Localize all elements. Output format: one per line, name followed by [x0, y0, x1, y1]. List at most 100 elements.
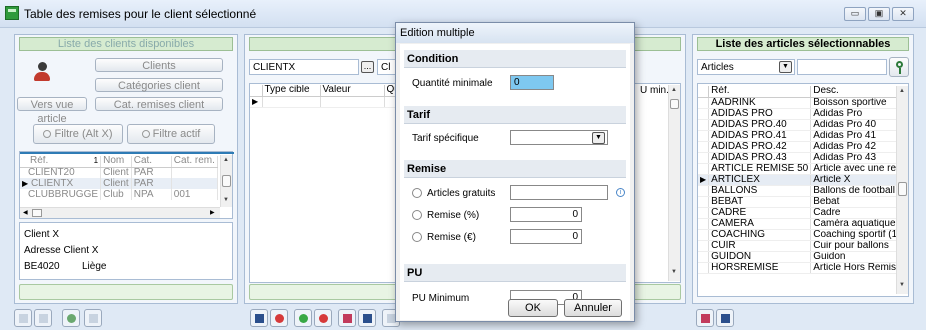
scroll-right-icon[interactable]: ▶ [210, 209, 215, 216]
client-code-field[interactable]: CLIENTX [249, 59, 359, 75]
key-icon[interactable] [62, 309, 80, 327]
articles-vscrollbar[interactable]: ▲ ▼ [896, 86, 908, 294]
grid-edit-icon[interactable] [358, 309, 376, 327]
table-row[interactable]: BALLONS Ballons de football [698, 185, 906, 197]
cell: Client [100, 178, 132, 189]
scroll-left-icon[interactable]: ◀ [23, 209, 28, 216]
table-row[interactable]: ▶ [250, 96, 405, 108]
table-row[interactable]: HORSREMISE Article Hors Remise [698, 262, 906, 274]
remise-pct-input[interactable]: 0 [510, 207, 582, 222]
cell: Bebat [810, 196, 906, 208]
remise-pct-radio[interactable] [412, 210, 422, 220]
clients-button[interactable]: Clients [95, 58, 223, 72]
cat-remises-client-button[interactable]: Cat. remises client [95, 97, 223, 111]
table-row[interactable]: CLUBBRUGGE Club NPA 001 [20, 189, 219, 200]
scroll-up-icon[interactable]: ▲ [899, 88, 905, 94]
dialog-body: Condition Quantité minimale 0 Tarif Tari… [400, 44, 630, 320]
client-field-2[interactable]: Cl [377, 59, 397, 75]
table-row[interactable]: CADRE Cadre [698, 207, 906, 219]
scroll-thumb[interactable] [898, 182, 907, 196]
doc-icon[interactable] [14, 309, 32, 327]
table-row[interactable]: ARTICLE REMISE 50 Article avec une rer [698, 163, 906, 175]
col-pu-min[interactable]: U min. [640, 85, 669, 96]
table-row[interactable]: ADIDAS PRO.43 Adidas Pro 43 [698, 152, 906, 164]
scroll-down-icon[interactable]: ▼ [671, 269, 677, 275]
scroll-up-icon[interactable]: ▲ [671, 87, 677, 93]
articles-gratuits-radio[interactable] [412, 188, 422, 198]
add-icon[interactable] [294, 309, 312, 327]
grid-icon[interactable] [696, 309, 714, 327]
cancel-icon[interactable] [270, 309, 288, 327]
scroll-thumb[interactable] [670, 99, 679, 109]
info-icon[interactable]: i [616, 188, 625, 197]
cell: ADIDAS PRO.42 [708, 141, 812, 153]
table-row[interactable]: GUIDON Guidon [698, 251, 906, 263]
table-row[interactable]: ADIDAS PRO Adidas Pro [698, 108, 906, 120]
col-cat-rem[interactable]: Cat. rem. [171, 156, 219, 168]
col-desc[interactable]: Desc. [810, 86, 906, 98]
cell: COACHING [708, 229, 812, 241]
row-pointer-icon: ▶ [22, 178, 29, 188]
table-row[interactable]: CAMERA Caméra aquatique [698, 218, 906, 230]
hscroll-thumb[interactable] [32, 209, 42, 217]
save-icon[interactable] [250, 309, 268, 327]
client-name: Client X [24, 229, 60, 240]
cell: Coaching sportif (1h [810, 229, 906, 241]
maximize-button[interactable]: ▣ [868, 7, 890, 21]
funnel-icon [43, 130, 52, 139]
condition-header: Condition [404, 50, 626, 68]
table-row-selected[interactable]: ▶ ARTICLEX Article X [698, 174, 906, 186]
remises-vscrollbar[interactable]: ▲ ▼ [668, 85, 680, 281]
col-valeur[interactable]: Valeur [320, 85, 385, 97]
cell [171, 178, 219, 189]
col-ref[interactable]: Réf. 1 [20, 156, 102, 168]
remise-pct-label: Remise (%) [427, 210, 480, 221]
scroll-thumb[interactable] [222, 175, 231, 187]
articles-grid-header: Réf. Desc. [698, 86, 906, 98]
table-row[interactable]: COACHING Coaching sportif (1h [698, 229, 906, 241]
categories-client-button[interactable]: Catégories client [95, 78, 223, 92]
articles-header: Liste des articles sélectionnables [697, 37, 909, 51]
articles-search-input[interactable] [797, 59, 887, 75]
scroll-up-icon[interactable]: ▲ [223, 157, 229, 163]
filtre-actif-button[interactable]: Filtre actif [127, 124, 215, 144]
cell: CAMERA [708, 218, 812, 230]
table-row[interactable]: BEBAT Bebat [698, 196, 906, 208]
doc-copy-icon[interactable] [34, 309, 52, 327]
grid-edit-icon[interactable] [716, 309, 734, 327]
remise-eur-input[interactable]: 0 [510, 229, 582, 244]
table-row[interactable]: ADIDAS PRO.41 Adidas Pro 41 [698, 130, 906, 142]
clients-vscrollbar[interactable]: ▲ ▼ [220, 155, 232, 207]
dropdown-icon[interactable]: ▼ [779, 61, 792, 73]
close-button[interactable]: ✕ [892, 7, 914, 21]
dropdown-icon[interactable]: ▼ [592, 132, 605, 144]
ok-button[interactable]: OK [508, 299, 558, 317]
table-row[interactable]: CUIR Cuir pour ballons [698, 240, 906, 252]
search-button[interactable] [889, 57, 909, 77]
table-row[interactable]: ADIDAS PRO.40 Adidas Pro 40 [698, 119, 906, 131]
scroll-down-icon[interactable]: ▼ [899, 282, 905, 288]
table-row[interactable]: ADIDAS PRO.42 Adidas Pro 42 [698, 141, 906, 153]
clients-hscrollbar[interactable]: ◀ ▶ [20, 207, 220, 218]
col-cat[interactable]: Cat. [131, 156, 172, 168]
table-row[interactable]: CLIENT20 Client PAR [20, 167, 219, 178]
minimize-button[interactable]: ▭ [844, 7, 866, 21]
col-ref[interactable]: Réf. [708, 86, 812, 98]
scroll-down-icon[interactable]: ▼ [223, 197, 229, 203]
filtre-button[interactable]: Filtre (Alt X) [33, 124, 123, 144]
cell: ▶ CLIENTX [20, 178, 102, 189]
table-row[interactable]: AADRINK Boisson sportive [698, 97, 906, 109]
col-nom[interactable]: Nom [100, 156, 132, 168]
cell: Adidas Pro 40 [810, 119, 906, 131]
table-row[interactable]: ▶ CLIENTX Client PAR [20, 178, 219, 189]
browse-button[interactable]: ... [361, 61, 374, 73]
articles-gratuits-input[interactable] [510, 185, 608, 200]
col-type-cible[interactable]: Type cible [262, 85, 321, 97]
grid-icon[interactable] [338, 309, 356, 327]
delete-icon[interactable] [314, 309, 332, 327]
cancel-button[interactable]: Annuler [564, 299, 622, 317]
undo-icon[interactable] [84, 309, 102, 327]
remise-eur-radio[interactable] [412, 232, 422, 242]
quantite-input[interactable]: 0 [510, 75, 554, 90]
vers-vue-article-button[interactable]: Vers vue article [17, 97, 87, 125]
